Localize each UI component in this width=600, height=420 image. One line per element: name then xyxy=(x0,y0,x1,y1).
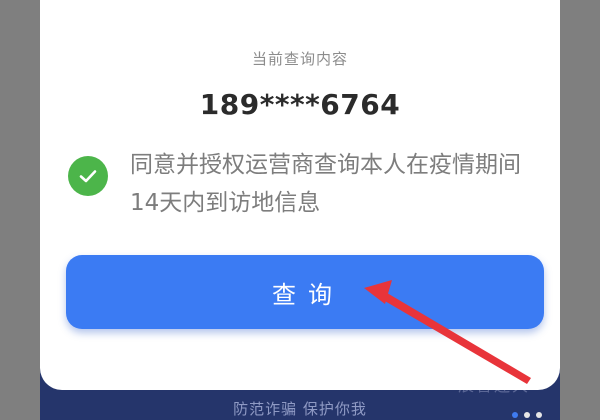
query-dialog: 当前查询内容 189****6764 同意并授权运营商查询本人在疫情期间14天内… xyxy=(40,0,560,390)
query-content-caption: 当前查询内容 xyxy=(251,50,348,68)
consent-row[interactable]: 同意并授权运营商查询本人在疫情期间14天内到访地信息 xyxy=(68,146,538,222)
phone-number: 189****6764 xyxy=(199,88,401,121)
page-dot-active xyxy=(512,412,518,418)
consent-text: 同意并授权运营商查询本人在疫情期间14天内到访地信息 xyxy=(130,152,521,216)
page-indicator xyxy=(512,412,552,420)
footer-slogan: 防范诈骗 保护你我 xyxy=(233,400,367,418)
page-dot xyxy=(536,412,542,418)
page-dot xyxy=(524,412,530,418)
query-button[interactable]: 查询 xyxy=(66,255,544,329)
check-circle-icon[interactable] xyxy=(68,156,108,196)
screen: 辰言连大 防范诈骗 保护你我 当前查询内容 189****6764 同意并授权运… xyxy=(0,0,600,420)
